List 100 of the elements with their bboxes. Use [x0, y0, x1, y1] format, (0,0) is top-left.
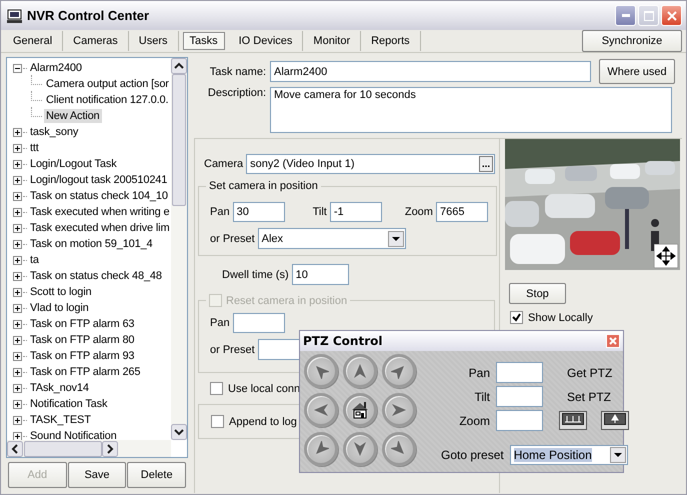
tree-item[interactable]: Notification Task: [28, 397, 110, 411]
scroll-up-icon[interactable]: [171, 58, 187, 74]
expand-icon[interactable]: [13, 336, 22, 344]
direction-button[interactable]: [304, 393, 338, 427]
expand-icon[interactable]: [13, 272, 22, 280]
home-button[interactable]: [343, 393, 377, 427]
tree-item[interactable]: Task on FTP alarm 93: [28, 349, 136, 363]
expand-icon[interactable]: [13, 192, 22, 200]
expand-icon[interactable]: [13, 400, 22, 408]
tilt-field[interactable]: -1: [330, 202, 382, 222]
camera-field[interactable]: sony2 (Video Input 1) ...: [246, 154, 495, 174]
collapse-icon[interactable]: [13, 64, 22, 72]
direction-button[interactable]: [343, 432, 377, 466]
browse-button[interactable]: ...: [479, 156, 493, 172]
tree-item[interactable]: Task on FTP alarm 80: [28, 333, 136, 347]
tab[interactable]: IO Devices: [228, 31, 304, 51]
tree-item[interactable]: New Action: [44, 109, 102, 123]
description-field[interactable]: Move camera for 10 seconds: [270, 87, 672, 133]
expand-icon[interactable]: [13, 256, 22, 264]
tree-item[interactable]: TAsk_nov14: [28, 381, 91, 395]
tab[interactable]: Users: [128, 31, 178, 51]
pan-field[interactable]: 30: [232, 202, 285, 222]
horizontal-scrollbar[interactable]: [7, 440, 171, 457]
goto-preset-dropdown[interactable]: Home Position: [510, 444, 628, 464]
zoom-field[interactable]: 7665: [436, 202, 488, 222]
tree-action-button[interactable]: Save: [68, 462, 126, 488]
tree-item[interactable]: ta: [28, 253, 41, 267]
tab[interactable]: General: [3, 31, 64, 51]
get-ptz-button[interactable]: [559, 411, 587, 430]
tree-item[interactable]: Alarm2400: [28, 61, 84, 75]
tree-item[interactable]: Client notification 127.0.0.: [44, 93, 170, 107]
synchronize-button[interactable]: Synchronize: [582, 30, 682, 52]
tab[interactable]: Reports: [361, 31, 421, 51]
tab[interactable]: Cameras: [63, 31, 129, 51]
checkbox[interactable]: [510, 311, 523, 324]
dwell-time-field[interactable]: 10: [292, 264, 349, 285]
expand-icon[interactable]: [13, 176, 22, 184]
direction-button[interactable]: [304, 432, 338, 466]
tab[interactable]: Tasks: [182, 32, 225, 50]
tree-item[interactable]: Sound Notification: [28, 429, 119, 440]
expand-icon[interactable]: [13, 320, 22, 328]
expand-icon[interactable]: [13, 288, 22, 296]
tree-item[interactable]: task_sony: [28, 125, 80, 139]
task-name-field[interactable]: Alarm2400: [270, 61, 591, 82]
minimize-button[interactable]: [615, 5, 636, 26]
stop-button[interactable]: Stop: [509, 283, 566, 304]
checkbox[interactable]: [210, 382, 223, 395]
move-icon[interactable]: [654, 244, 678, 268]
expand-icon[interactable]: [13, 128, 22, 136]
tree-item[interactable]: Login/Logout Task: [28, 157, 119, 171]
expand-icon[interactable]: [13, 304, 22, 312]
pan-field[interactable]: [496, 362, 543, 383]
close-button[interactable]: [606, 334, 620, 348]
tree-item[interactable]: Vlad to login: [28, 301, 91, 315]
tree-item[interactable]: Task on FTP alarm 63: [28, 317, 136, 331]
tree-item[interactable]: Task on motion 59_101_4: [28, 237, 155, 251]
expand-icon[interactable]: [13, 384, 22, 392]
close-button[interactable]: [661, 5, 682, 26]
where-used-button[interactable]: Where used: [599, 59, 675, 84]
arrow-icon: [352, 441, 368, 457]
direction-button[interactable]: [382, 432, 416, 466]
expand-icon[interactable]: [13, 160, 22, 168]
tree-item[interactable]: Task executed when writing e: [28, 205, 171, 219]
direction-button[interactable]: [382, 393, 416, 427]
append-to-log-label: Append to log: [229, 416, 297, 428]
expand-icon[interactable]: [13, 208, 22, 216]
scroll-left-icon[interactable]: [7, 440, 23, 456]
tree-action-button[interactable]: Delete: [127, 462, 186, 488]
direction-button[interactable]: [343, 354, 377, 388]
expand-icon[interactable]: [13, 432, 22, 440]
zoom-field[interactable]: [496, 410, 543, 431]
expand-icon[interactable]: [13, 352, 22, 360]
expand-icon[interactable]: [13, 144, 22, 152]
pan-field[interactable]: [232, 313, 285, 333]
tree-item[interactable]: Task on status check 48_48: [28, 269, 164, 283]
preset-label: or Preset: [210, 344, 255, 356]
direction-button[interactable]: [304, 354, 338, 388]
tilt-field[interactable]: [496, 386, 543, 407]
tree-item[interactable]: TASK_TEST: [28, 413, 93, 427]
checkbox[interactable]: [211, 415, 224, 428]
tree-item[interactable]: Scott to login: [28, 285, 94, 299]
tree-item[interactable]: ttt: [28, 141, 41, 155]
expand-icon[interactable]: [13, 416, 22, 424]
scroll-down-icon[interactable]: [171, 424, 187, 440]
tree-item[interactable]: Camera output action [sor: [44, 77, 171, 91]
ptz-window-title: PTZ Control: [303, 334, 382, 348]
vertical-scrollbar[interactable]: [171, 58, 187, 440]
tree-item[interactable]: Task on FTP alarm 265: [28, 365, 142, 379]
preset-dropdown[interactable]: Alex: [258, 228, 406, 249]
tree-item[interactable]: Task executed when drive lim: [28, 221, 171, 235]
tree-item[interactable]: Task on status check 104_10: [28, 189, 170, 203]
expand-icon[interactable]: [13, 224, 22, 232]
expand-icon[interactable]: [13, 240, 22, 248]
direction-button[interactable]: [382, 354, 416, 388]
description-label: Description:: [206, 87, 266, 99]
tree-item[interactable]: Login/logout task 200510241: [28, 173, 170, 187]
tab[interactable]: Monitor: [303, 31, 362, 51]
arrow-icon: [313, 402, 329, 418]
expand-icon[interactable]: [13, 368, 22, 376]
set-ptz-button[interactable]: [601, 411, 629, 430]
